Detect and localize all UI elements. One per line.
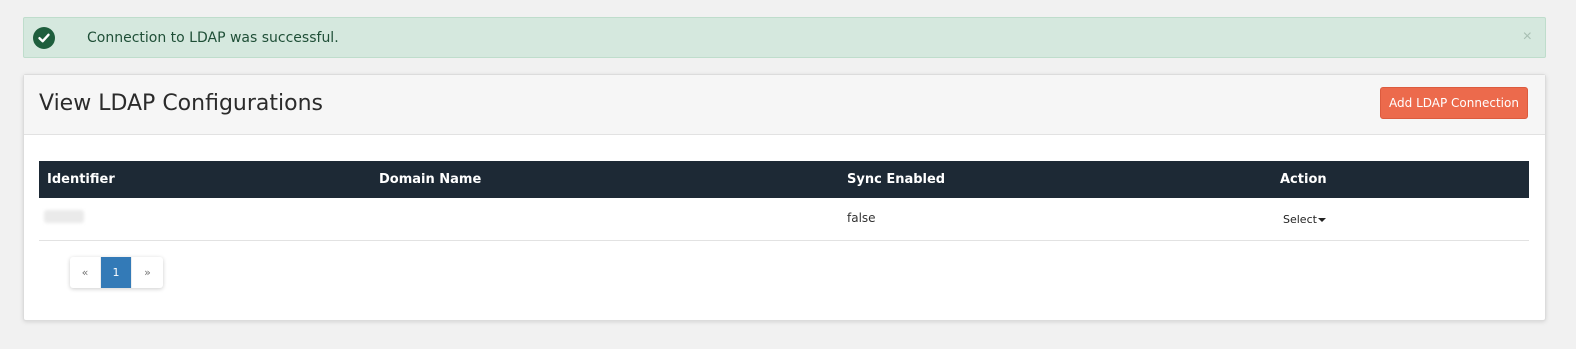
pagination: « 1 »	[70, 257, 163, 288]
column-header-domain-name[interactable]: Domain Name	[379, 172, 481, 187]
check-circle-icon	[33, 27, 55, 49]
action-select-label: Select	[1283, 213, 1317, 226]
pagination-prev-button[interactable]: «	[70, 257, 101, 288]
ldap-config-table: Identifier Domain Name Sync Enabled Acti…	[39, 161, 1529, 241]
pagination-page-1[interactable]: 1	[101, 257, 132, 288]
redacted-identifier	[44, 210, 84, 223]
table-row: false Select	[39, 198, 1529, 241]
pagination-next-button[interactable]: »	[132, 257, 163, 288]
close-icon[interactable]: ×	[1523, 29, 1532, 45]
table-header: Identifier Domain Name Sync Enabled Acti…	[39, 161, 1529, 198]
caret-down-icon	[1317, 218, 1326, 222]
panel-header: View LDAP Configurations Add LDAP Connec…	[24, 75, 1545, 135]
column-header-action: Action	[1280, 172, 1327, 187]
page-title: View LDAP Configurations	[39, 91, 323, 116]
column-header-identifier[interactable]: Identifier	[47, 172, 115, 187]
action-select-dropdown[interactable]: Select	[1283, 213, 1326, 226]
add-ldap-connection-button[interactable]: Add LDAP Connection	[1380, 87, 1528, 119]
cell-sync-enabled: false	[847, 211, 876, 225]
success-alert: Connection to LDAP was successful. ×	[23, 17, 1546, 58]
alert-message: Connection to LDAP was successful.	[87, 30, 339, 46]
ldap-config-panel: View LDAP Configurations Add LDAP Connec…	[23, 74, 1546, 321]
column-header-sync-enabled[interactable]: Sync Enabled	[847, 172, 945, 187]
